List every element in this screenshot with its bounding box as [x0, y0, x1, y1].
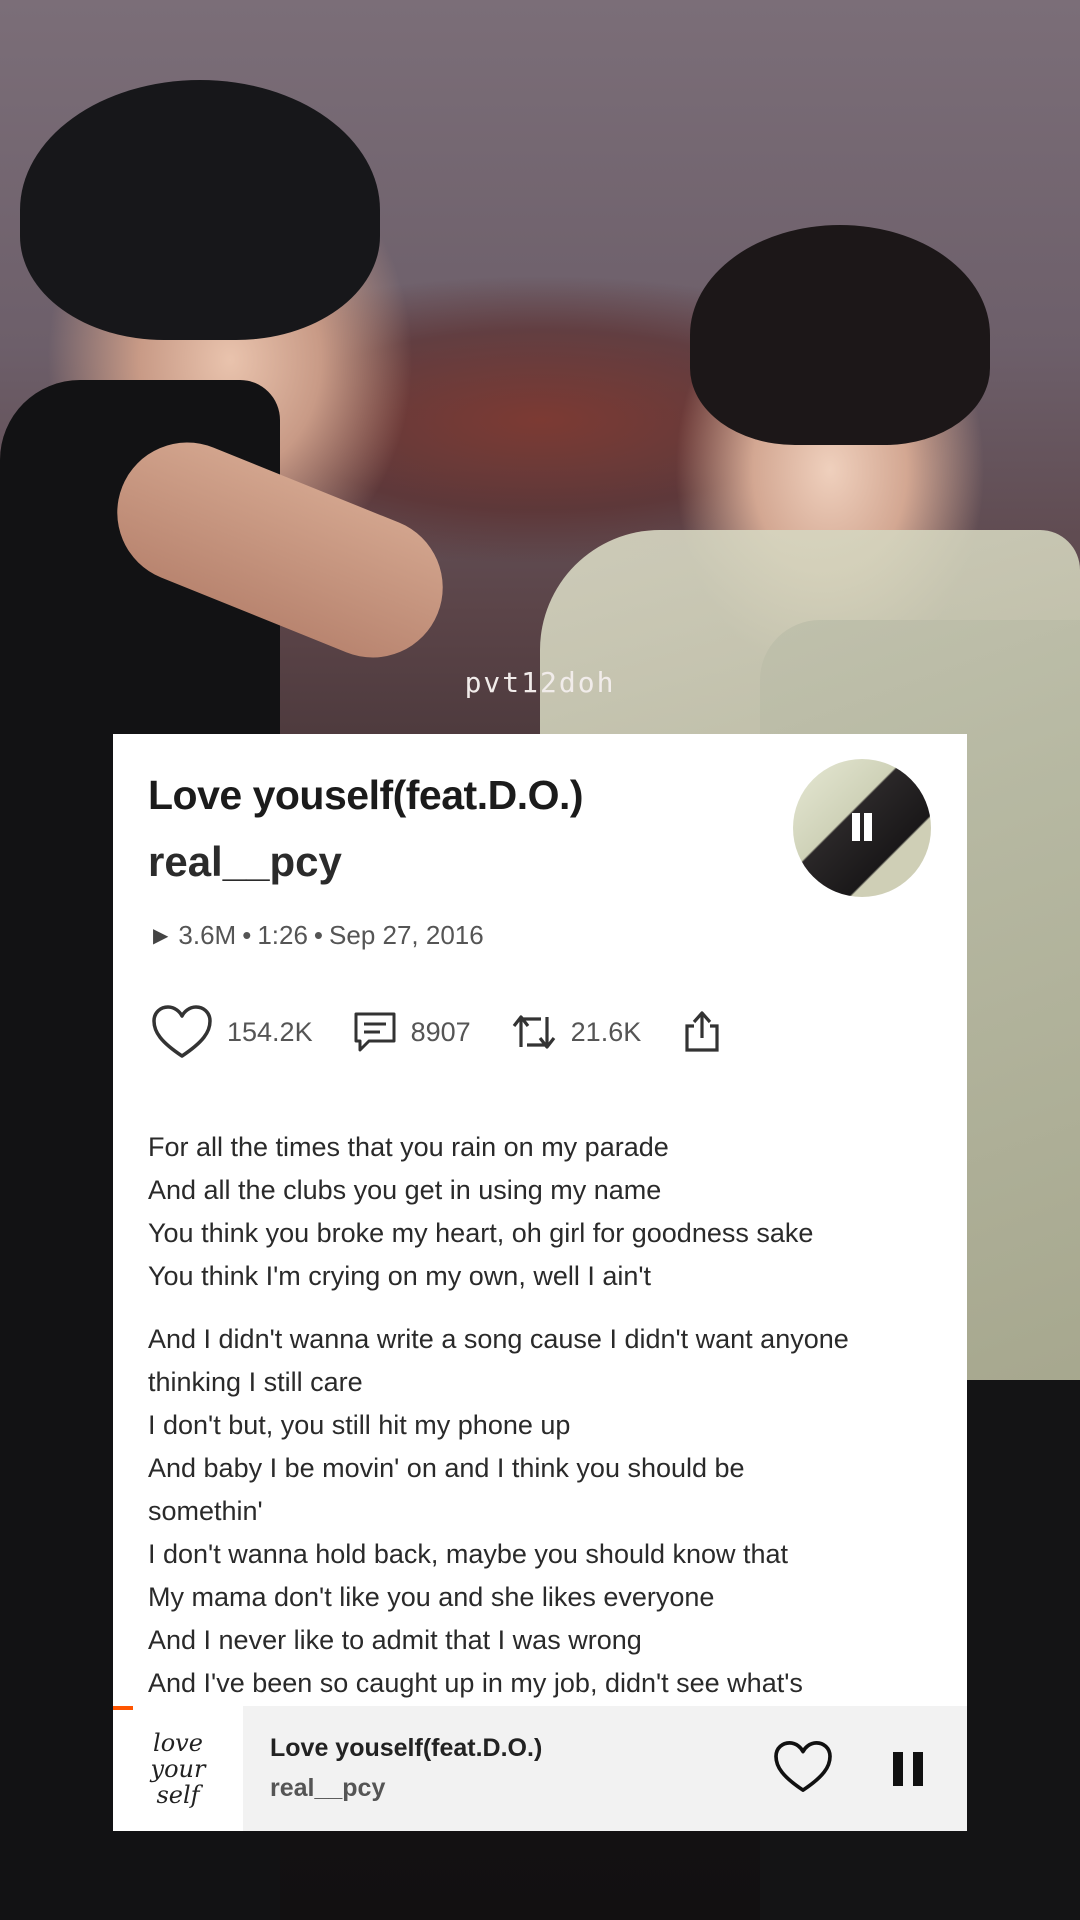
- comment-count: 8907: [410, 1016, 471, 1047]
- lyric-line: And I've been so caught up in my job, di…: [148, 1668, 803, 1698]
- lyrics: For all the times that you rain on my pa…: [148, 1126, 948, 1725]
- lyric-line: For all the times that you rain on my pa…: [148, 1132, 669, 1162]
- lyrics-stanza: And I didn't wanna write a song cause I …: [148, 1318, 948, 1705]
- track-meta: ▶ 3.6M • 1:26 • Sep 27, 2016: [153, 920, 484, 951]
- lyric-line: I don't but, you still hit my phone up: [148, 1410, 571, 1440]
- mini-pause-button[interactable]: [893, 1752, 925, 1786]
- mini-player-title: Love youself(feat.D.O.): [270, 1734, 543, 1762]
- lyric-line: My mama don't like you and she likes eve…: [148, 1582, 715, 1612]
- play-icon: ▶: [153, 925, 169, 947]
- track-card: Love youself(feat.D.O.) real__pcy ▶ 3.6M…: [113, 734, 967, 1831]
- lyric-line: And all the clubs you get in using my na…: [148, 1175, 662, 1205]
- comment-button[interactable]: 8907: [353, 1011, 471, 1053]
- lyric-line: And I never like to admit that I was wro…: [148, 1625, 642, 1655]
- share-icon: [685, 1011, 719, 1052]
- share-button[interactable]: [681, 1010, 723, 1054]
- play-count: 3.6M: [178, 920, 237, 950]
- mini-player-artist: real__pcy: [270, 1774, 386, 1802]
- heart-icon: [152, 1005, 212, 1058]
- meta-separator: •: [313, 920, 324, 950]
- lyric-line: I don't wanna hold back, maybe you shoul…: [148, 1539, 789, 1569]
- mini-player-art: love your self: [113, 1706, 243, 1831]
- pause-icon: [849, 813, 875, 843]
- watermark: pvt12doh: [464, 666, 616, 699]
- lyric-line: somethin': [148, 1496, 263, 1526]
- like-count: 154.2K: [227, 1016, 313, 1047]
- action-bar: 154.2K 8907 21.6K: [151, 1004, 763, 1060]
- lyric-line: You think I'm crying on my own, well I a…: [148, 1261, 652, 1291]
- mini-art-text: love: [153, 1728, 203, 1757]
- lyric-line: You think you broke my heart, oh girl fo…: [148, 1218, 814, 1248]
- mini-like-button[interactable]: [773, 1740, 833, 1799]
- background-hair-right: [690, 225, 990, 445]
- heart-icon: [774, 1741, 832, 1792]
- lyric-line: thinking I still care: [148, 1367, 363, 1397]
- cover-art-play-toggle[interactable]: [793, 759, 931, 897]
- meta-separator: •: [242, 920, 252, 950]
- pause-icon: [893, 1752, 903, 1786]
- lyrics-stanza: For all the times that you rain on my pa…: [148, 1126, 948, 1298]
- mini-player[interactable]: love your self Love youself(feat.D.O.) r…: [113, 1706, 967, 1831]
- like-button[interactable]: 154.2K: [151, 1004, 313, 1060]
- repost-icon: [512, 1015, 555, 1049]
- repost-button[interactable]: 21.6K: [511, 1011, 642, 1053]
- lyric-line: And baby I be movin' on and I think you …: [148, 1453, 745, 1483]
- mini-art-text: your: [150, 1754, 206, 1783]
- lyric-line: And I didn't wanna write a song cause I …: [148, 1324, 849, 1354]
- repost-count: 21.6K: [570, 1016, 642, 1047]
- comment-icon: [354, 1012, 396, 1052]
- mini-art-text: self: [156, 1780, 200, 1809]
- playback-progress[interactable]: [113, 1706, 133, 1710]
- track-artist[interactable]: real__pcy: [148, 838, 342, 886]
- track-title: Love youself(feat.D.O.): [148, 772, 584, 818]
- release-date: Sep 27, 2016: [329, 920, 484, 950]
- background-hair-left: [20, 80, 380, 340]
- track-duration: 1:26: [257, 920, 308, 950]
